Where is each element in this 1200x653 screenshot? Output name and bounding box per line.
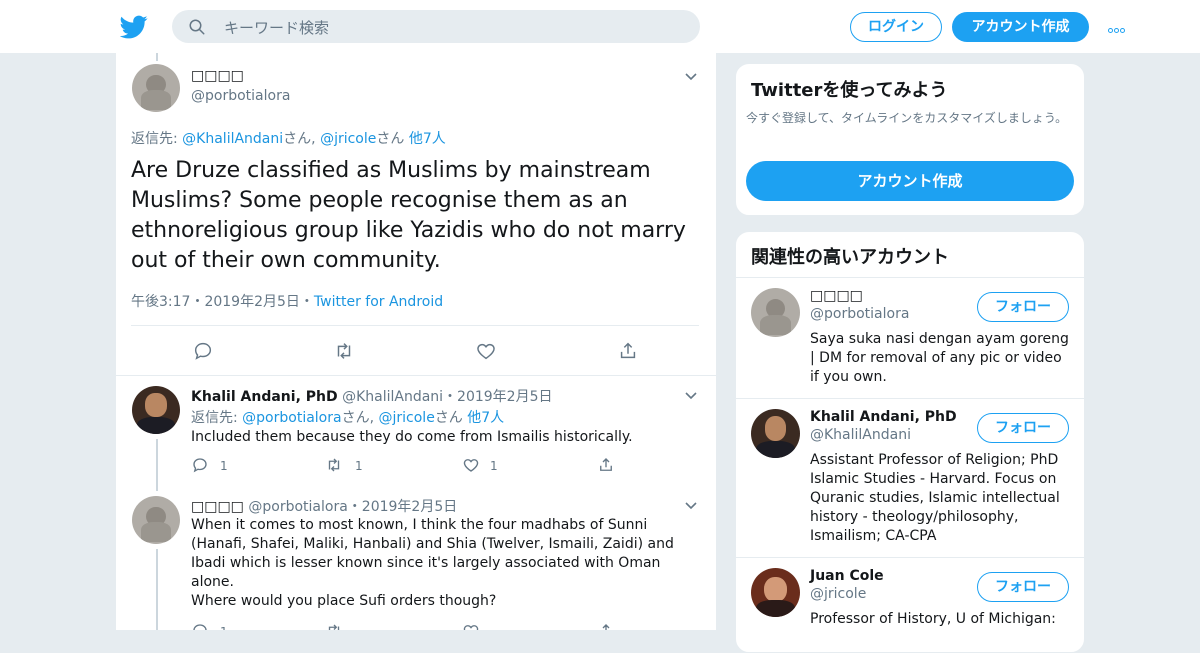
retweet-icon[interactable] (333, 340, 355, 362)
search-input[interactable] (222, 10, 686, 45)
reply-prefix: 返信先: (191, 410, 243, 426)
reply-suffix: さん, (341, 410, 379, 426)
share-icon[interactable] (597, 456, 615, 474)
account-bio: Saya suka nasi dengan ayam goreng | DM f… (810, 331, 1069, 385)
divider (736, 557, 1084, 558)
reply-icon[interactable] (192, 340, 214, 362)
signup-card-button[interactable]: アカウント作成 (746, 161, 1074, 201)
reply-icon[interactable] (191, 456, 209, 474)
account-name[interactable]: □□□□ (810, 288, 863, 304)
account-name[interactable]: Khalil Andani, PhD (810, 409, 957, 425)
reply-author-name[interactable]: □□□□ (191, 499, 244, 515)
reply-author-name[interactable]: Khalil Andani, PhD (191, 389, 338, 405)
tweet-author-handle[interactable]: @porbotialora (191, 88, 290, 104)
reply-icon[interactable] (191, 622, 209, 630)
reply-text: When it comes to most known, I think the… (191, 517, 674, 590)
reply-suffix: さん, (283, 131, 321, 147)
reply-handle-date[interactable]: @porbotialora・2019年2月5日 (248, 499, 457, 515)
tweet-source-link[interactable]: Twitter for Android (314, 294, 443, 310)
timeline: □□□□ @porbotialora 返信先: @KhalilAndaniさん,… (115, 53, 717, 630)
reply-user-link[interactable]: @jricole (379, 410, 435, 426)
reply-more-link[interactable]: 他7人 (409, 131, 446, 147)
twitter-logo-icon[interactable] (120, 13, 148, 41)
related-accounts-card: 関連性の高いアカウント □□□□ @porbotialora フォロー Saya… (735, 231, 1085, 653)
share-icon[interactable] (597, 622, 615, 630)
account-handle[interactable]: @KhalilAndani (810, 427, 911, 443)
like-icon[interactable] (475, 340, 497, 362)
follow-button[interactable]: フォロー (977, 413, 1069, 443)
tweet-text: Are Druze classified as Muslims by mains… (131, 158, 686, 273)
top-bar: ログイン アカウント作成 (0, 0, 1200, 54)
reply-user-link[interactable]: @porbotialora (242, 410, 341, 426)
reply-to-line: 返信先: @KhalilAndaniさん, @jricoleさん 他7人 (131, 128, 446, 148)
account-name[interactable]: Juan Cole (810, 568, 884, 584)
avatar[interactable] (751, 568, 800, 617)
meta-dot: ・ (190, 294, 205, 310)
reply-count: 1 (220, 459, 228, 473)
meta-dot: ・ (299, 294, 314, 310)
reply-text: Included them because they do come from … (191, 429, 633, 445)
related-accounts-title: 関連性の高いアカウント (751, 247, 949, 268)
divider (736, 398, 1084, 399)
reply-header: Khalil Andani, PhD @KhalilAndani・2019年2月… (191, 386, 553, 406)
reply-header: □□□□ @porbotialora・2019年2月5日 (191, 496, 457, 516)
chevron-down-icon[interactable] (685, 502, 697, 510)
reply-user-link[interactable]: @KhalilAndani (182, 131, 283, 147)
reply-suffix: さん (376, 131, 409, 147)
tweet-meta: 午後3:17・2019年2月5日・Twitter for Android (131, 291, 443, 311)
avatar[interactable] (132, 496, 180, 544)
login-button[interactable]: ログイン (850, 12, 942, 42)
thread-line (156, 549, 158, 630)
thread-line (156, 439, 158, 491)
reply-user-link[interactable]: @jricole (320, 131, 376, 147)
like-count: 1 (490, 459, 498, 473)
search-icon (189, 19, 205, 35)
like-icon[interactable] (462, 622, 480, 630)
follow-button[interactable]: フォロー (977, 572, 1069, 602)
tweet-time[interactable]: 午後3:17 (131, 294, 190, 310)
thread-line (156, 53, 158, 61)
account-handle[interactable]: @porbotialora (810, 306, 909, 322)
chevron-down-icon[interactable] (685, 392, 697, 400)
tweet-author-name[interactable]: □□□□ (191, 68, 244, 84)
avatar[interactable] (751, 409, 800, 458)
signup-button[interactable]: アカウント作成 (952, 12, 1089, 42)
reply-to-line: 返信先: @porbotialoraさん, @jricoleさん 他7人 (191, 407, 504, 427)
tweet-date[interactable]: 2019年2月5日 (204, 294, 299, 310)
reply-handle-date[interactable]: @KhalilAndani・2019年2月5日 (342, 389, 552, 405)
account-handle[interactable]: @jricole (810, 586, 866, 602)
retweet-count: 1 (355, 459, 363, 473)
account-bio: Assistant Professor of Religion; PhD Isl… (810, 452, 1060, 544)
avatar[interactable] (132, 386, 180, 434)
reply-suffix: さん (434, 410, 468, 426)
retweet-icon[interactable] (325, 456, 343, 474)
like-icon[interactable] (462, 456, 480, 474)
more-icon[interactable] (1108, 18, 1130, 34)
signup-card: Twitterを使ってみよう 今すぐ登録して、タイムラインをカスタマイズしましょ… (735, 63, 1085, 216)
divider (736, 277, 1084, 278)
follow-button[interactable]: フォロー (977, 292, 1069, 322)
avatar[interactable] (751, 288, 800, 337)
reply-count: 1 (220, 625, 228, 630)
account-bio: Professor of History, U of Michigan: (810, 611, 1056, 627)
reply-prefix: 返信先: (131, 131, 183, 147)
divider (131, 325, 699, 326)
reply-text: Where would you place Sufi orders though… (191, 593, 497, 609)
reply-more-link[interactable]: 他7人 (467, 410, 504, 426)
search-box[interactable] (172, 10, 700, 45)
signup-card-title: Twitterを使ってみよう (751, 80, 948, 101)
avatar[interactable] (132, 64, 180, 112)
retweet-icon[interactable] (325, 622, 343, 630)
chevron-down-icon[interactable] (685, 73, 697, 81)
share-icon[interactable] (617, 340, 639, 362)
divider (116, 375, 716, 376)
signup-card-subtitle: 今すぐ登録して、タイムラインをカスタマイズしましょう。 (746, 111, 1068, 125)
